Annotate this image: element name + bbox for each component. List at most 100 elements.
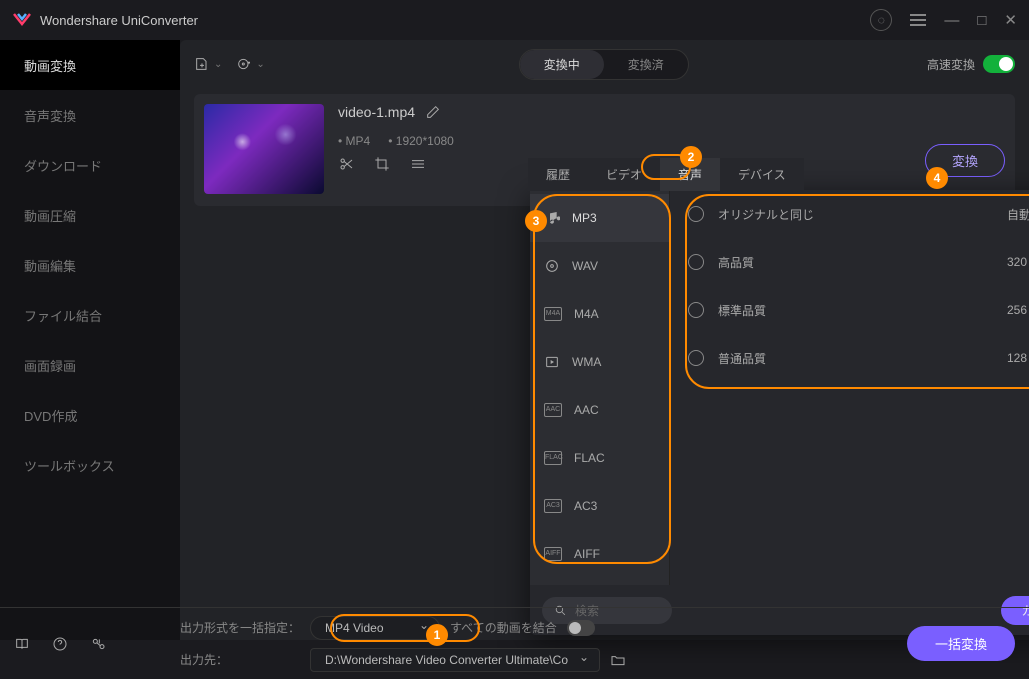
app-title: Wondershare UniConverter — [40, 13, 198, 28]
menu-icon[interactable] — [910, 14, 926, 26]
tab-converting[interactable]: 変換中 — [520, 50, 604, 79]
pop-tab-history[interactable]: 履歴 — [528, 158, 588, 191]
callout-badge-1: 1 — [426, 624, 448, 646]
format-list: MP3 WAV M4AM4A WMA AACAAC FLACFLAC AC3AC… — [530, 190, 670, 585]
format-item-aiff[interactable]: AIFFAIFF — [530, 530, 669, 578]
pop-tab-video[interactable]: ビデオ — [588, 158, 660, 191]
sidebar-item-label: 動画変換 — [24, 56, 76, 75]
quality-label: 普通品質 — [718, 350, 993, 367]
sidebar-item-merge[interactable]: ファイル結合 — [0, 290, 180, 340]
radio-icon[interactable] — [688, 302, 704, 318]
quality-bitrate: 256 kbps — [1007, 303, 1029, 317]
format-item-wav[interactable]: WAV — [530, 242, 669, 290]
callout-badge-3: 3 — [525, 210, 547, 232]
video-thumbnail[interactable] — [204, 104, 324, 194]
batch-convert-label: 一括変換 — [935, 637, 987, 652]
convert-button-label: 変換 — [952, 154, 978, 169]
aac-icon: AAC — [544, 403, 562, 417]
sidebar-item-label: ダウンロード — [24, 156, 102, 175]
quality-label: オリジナルと同じ — [718, 206, 993, 223]
rename-icon[interactable] — [425, 104, 441, 120]
format-label: M4A — [574, 307, 599, 321]
trim-icon[interactable] — [338, 156, 354, 172]
file-resolution: 1920*1080 — [388, 134, 454, 148]
crop-icon[interactable] — [374, 156, 390, 172]
format-item-mp3[interactable]: MP3 — [530, 194, 669, 242]
fast-convert-toggle[interactable] — [983, 55, 1015, 73]
app-logo-icon — [12, 10, 32, 30]
format-label: WMA — [572, 355, 601, 369]
sidebar-item-video-convert[interactable]: 動画変換 — [0, 40, 180, 90]
sidebar-item-label: DVD作成 — [24, 406, 77, 425]
add-file-button[interactable]: ⌄ — [194, 56, 222, 72]
sidebar-item-download[interactable]: ダウンロード — [0, 140, 180, 190]
disc-icon — [544, 258, 560, 274]
output-format-dropdown[interactable]: MP4 Video — [310, 616, 440, 640]
close-button[interactable]: ✕ — [1004, 11, 1017, 29]
dropdown-value: MP4 Video — [325, 621, 383, 635]
maximize-button[interactable]: □ — [977, 12, 986, 29]
format-item-ac3[interactable]: AC3 AC3 — [530, 482, 669, 530]
sidebar-item-label: 動画圧縮 — [24, 206, 76, 225]
quality-item[interactable]: 普通品質 128 kbps — [670, 334, 1029, 382]
quality-bitrate: 自動 — [1007, 206, 1029, 223]
quality-item[interactable]: オリジナルと同じ自動 — [670, 190, 1029, 238]
flac-icon: FLAC — [544, 451, 562, 465]
quality-bitrate: 320 kbps — [1007, 255, 1029, 269]
dropdown-value: D:\Wondershare Video Converter Ultimate\… — [325, 653, 568, 667]
output-format-label: 出力形式を一括指定： — [180, 619, 300, 636]
sidebar-item-compress[interactable]: 動画圧縮 — [0, 190, 180, 240]
format-label: FLAC — [574, 451, 605, 465]
radio-icon[interactable] — [688, 350, 704, 366]
output-dir-dropdown[interactable]: D:\Wondershare Video Converter Ultimate\… — [310, 648, 600, 672]
merge-label: すべての動画を結合 — [450, 619, 557, 636]
merge-toggle[interactable] — [567, 620, 595, 636]
batch-convert-button[interactable]: 一括変換 — [907, 626, 1015, 661]
status-tabs: 変換中 変換済 — [519, 49, 689, 80]
titlebar: Wondershare UniConverter ◌ — □ ✕ — [0, 0, 1029, 40]
format-item-flac[interactable]: FLAC FLAC — [530, 434, 669, 482]
pop-tab-label: デバイス — [738, 168, 786, 182]
fast-convert-label: 高速変換 — [927, 56, 975, 73]
minimize-button[interactable]: — — [944, 12, 959, 29]
format-label: AAC — [574, 403, 599, 417]
sidebar-item-label: ツールボックス — [24, 456, 115, 475]
format-item-aac[interactable]: AAC AAC — [530, 386, 669, 434]
format-label: AC3 — [574, 499, 597, 513]
output-format-popover: 履歴 ビデオ 音声 デバイス MP3 WAV M4AM4A WMA AACAAC… — [530, 190, 1029, 635]
callout-badge-4: 4 — [926, 167, 948, 189]
callout-badge-2: 2 — [680, 146, 702, 168]
ac3-icon: AC3 — [544, 499, 562, 513]
sidebar-item-edit[interactable]: 動画編集 — [0, 240, 180, 290]
tab-label: 変換済 — [628, 58, 664, 72]
account-avatar-icon[interactable]: ◌ — [870, 9, 892, 31]
quality-item[interactable]: 高品質 320 kbps — [670, 238, 1029, 286]
tutorial-icon[interactable] — [14, 636, 30, 652]
quality-label: 高品質 — [718, 254, 993, 271]
sidebar-item-label: 動画編集 — [24, 256, 76, 275]
share-icon[interactable] — [90, 636, 106, 652]
format-item-m4a[interactable]: M4A M4A — [530, 290, 669, 338]
sidebar-item-label: 画面録画 — [24, 356, 76, 375]
open-folder-icon[interactable] — [610, 652, 626, 668]
sidebar-item-audio-convert[interactable]: 音声変換 — [0, 90, 180, 140]
format-item-wma[interactable]: WMA — [530, 338, 669, 386]
quality-bitrate: 128 kbps — [1007, 351, 1029, 365]
format-label: MP3 — [572, 211, 597, 225]
sidebar-item-dvd[interactable]: DVD作成 — [0, 390, 180, 440]
sidebar-item-record[interactable]: 画面録画 — [0, 340, 180, 390]
add-disc-button[interactable]: ⌄ — [236, 56, 264, 72]
tab-converted[interactable]: 変換済 — [604, 50, 688, 79]
sidebar-item-label: ファイル結合 — [24, 306, 102, 325]
effects-icon[interactable] — [410, 156, 426, 172]
pop-tab-device[interactable]: デバイス — [720, 158, 804, 191]
radio-icon[interactable] — [688, 206, 704, 222]
quality-item[interactable]: 標準品質256 kbps — [670, 286, 1029, 334]
radio-icon[interactable] — [688, 254, 704, 270]
sidebar-item-toolbox[interactable]: ツールボックス — [0, 440, 180, 490]
help-icon[interactable] — [52, 636, 68, 652]
output-dir-label: 出力先： — [180, 651, 300, 668]
pop-tab-label: ビデオ — [606, 168, 642, 182]
sidebar-item-label: 音声変換 — [24, 106, 76, 125]
m4a-icon: M4A — [544, 307, 562, 321]
